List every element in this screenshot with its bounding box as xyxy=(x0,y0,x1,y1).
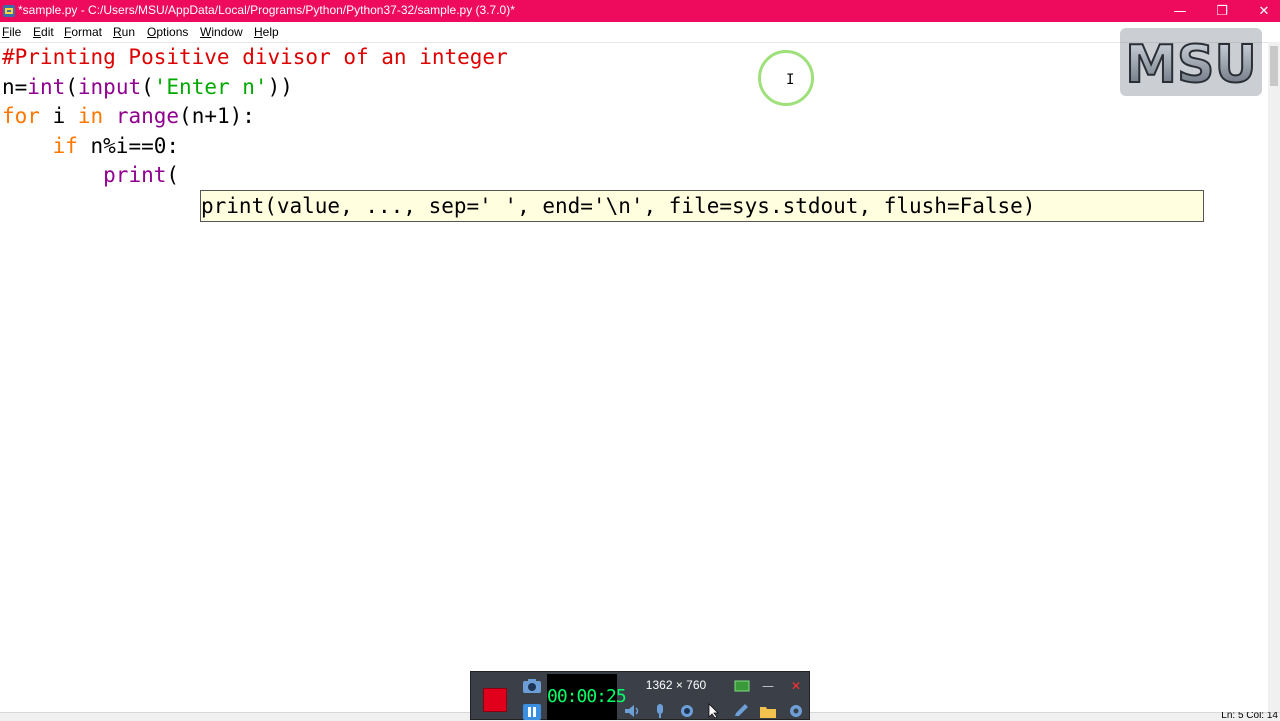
camera-icon[interactable] xyxy=(522,678,542,694)
menu-help[interactable]: Help xyxy=(254,25,279,39)
close-button[interactable]: ✕ xyxy=(1242,0,1280,22)
region-icon[interactable] xyxy=(733,678,751,694)
msu-logo: MSU xyxy=(1120,28,1262,96)
code-line[interactable]: print( xyxy=(2,161,179,190)
scrollbar-thumb[interactable] xyxy=(1270,46,1278,86)
code-token: )) xyxy=(267,74,293,99)
code-token: n%i==0: xyxy=(77,133,180,158)
pointer-icon[interactable] xyxy=(705,703,723,719)
title-bar: *sample.py - C:/Users/MSU/AppData/Local/… xyxy=(0,0,1280,22)
menu-edit[interactable]: Edit xyxy=(33,25,54,39)
window-title: *sample.py - C:/Users/MSU/AppData/Local/… xyxy=(18,3,515,17)
code-token: int xyxy=(27,74,66,99)
pencil-icon[interactable] xyxy=(732,703,750,719)
speaker-icon[interactable] xyxy=(623,703,641,719)
code-editor[interactable]: #Printing Positive divisor of an integer… xyxy=(0,43,1268,713)
svg-text:MSU: MSU xyxy=(1125,35,1256,95)
calltip-tooltip: print(value, ..., sep=' ', end='\n', fil… xyxy=(200,190,1204,222)
python-idle-icon xyxy=(3,5,15,17)
code-token: n= xyxy=(2,74,28,99)
pause-icon[interactable] xyxy=(522,704,542,720)
code-token: if xyxy=(52,133,78,158)
code-token: 'Enter n' xyxy=(153,74,268,99)
menu-options[interactable]: Options xyxy=(147,25,188,39)
minimize-button[interactable]: — xyxy=(1158,0,1202,22)
menu-window[interactable]: Window xyxy=(200,25,243,39)
gear-icon[interactable] xyxy=(787,703,805,719)
capture-size-label: 1362 × 760 xyxy=(645,678,707,692)
code-token: input xyxy=(77,74,142,99)
vertical-scrollbar[interactable] xyxy=(1268,42,1280,712)
code-line[interactable]: for i in range(n+1): xyxy=(2,102,255,131)
code-token: for xyxy=(2,104,40,128)
code-token: in xyxy=(77,104,104,128)
recording-timer: 00:00:25 xyxy=(547,674,627,720)
maximize-button[interactable]: ❐ xyxy=(1200,0,1244,22)
code-token: ( xyxy=(141,74,154,99)
code-token: i xyxy=(39,104,78,128)
microphone-icon[interactable] xyxy=(651,703,669,719)
code-token: ( xyxy=(65,74,78,99)
code-token: ( xyxy=(166,163,180,187)
code-token: (n+1): xyxy=(179,104,255,128)
webcam-icon[interactable] xyxy=(678,703,696,719)
stop-record-button[interactable] xyxy=(483,688,507,712)
code-token: range xyxy=(115,104,180,128)
code-line[interactable]: #Printing Positive divisor of an integer xyxy=(2,43,508,72)
minimize-recorder-button[interactable]: — xyxy=(759,678,777,694)
line-col-indicator: Ln: 5 Col: 14 xyxy=(1221,712,1278,720)
folder-icon[interactable] xyxy=(759,703,777,719)
code-token: #Printing Positive divisor of an integer xyxy=(2,45,508,69)
menu-bar: File Edit Format Run Options Window Help xyxy=(0,22,1280,43)
menu-file[interactable]: File xyxy=(2,25,21,39)
ibeam-cursor-icon: I xyxy=(786,72,795,88)
code-line[interactable]: if n%i==0: xyxy=(2,132,179,161)
menu-run[interactable]: Run xyxy=(113,25,135,39)
menu-format[interactable]: Format xyxy=(64,25,102,39)
code-token: print xyxy=(103,163,167,187)
screen-recorder-toolbar: 00:00:25 1362 × 760 — ✕ xyxy=(470,671,810,720)
code-line[interactable]: n=int(input('Enter n')) xyxy=(2,73,293,102)
close-recorder-button[interactable]: ✕ xyxy=(787,678,805,694)
